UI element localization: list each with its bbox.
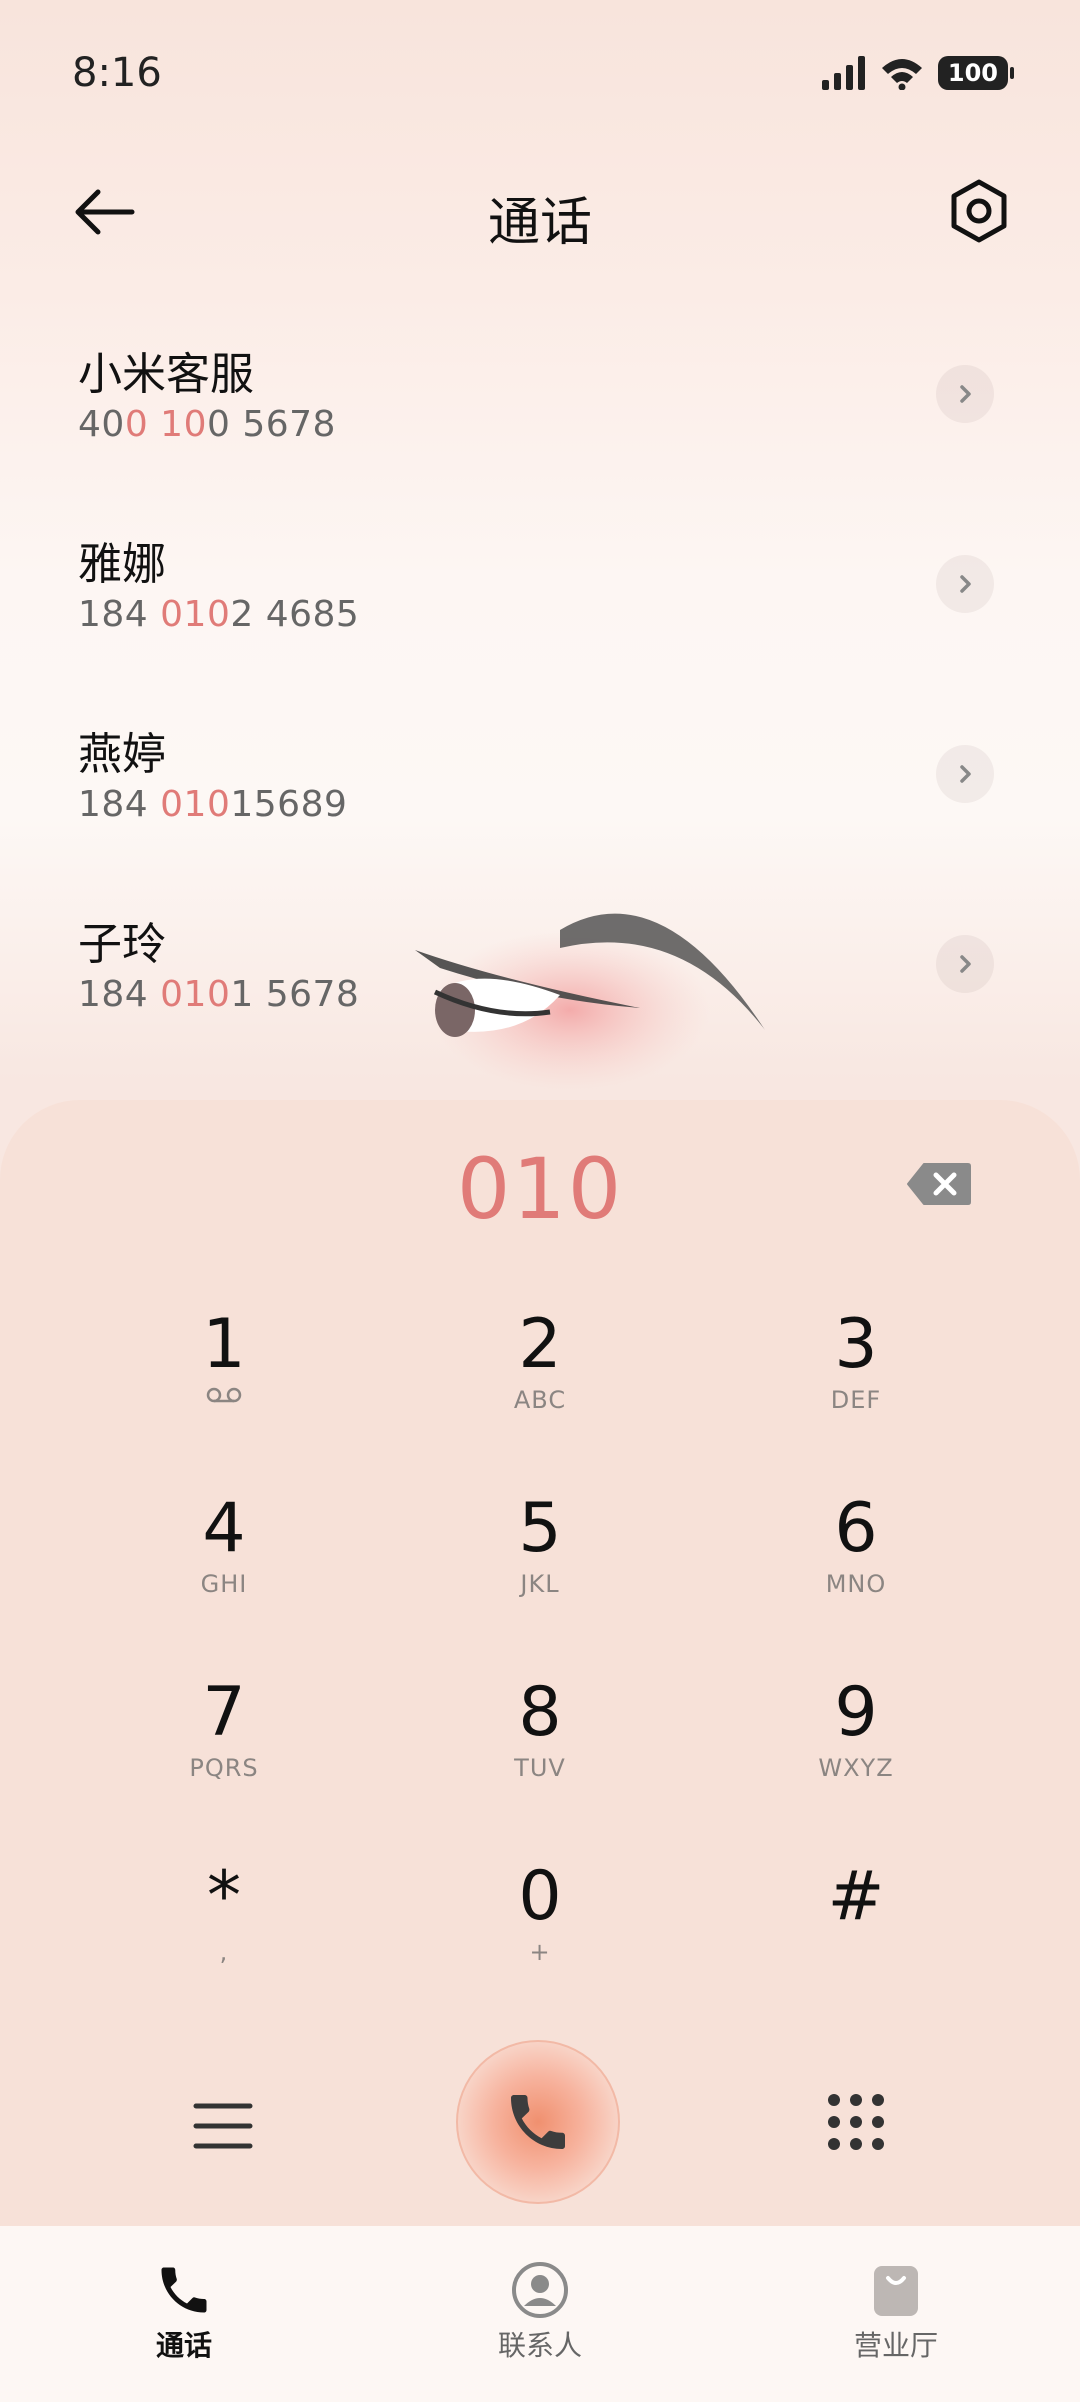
status-bar: 8:16 100: [0, 0, 1080, 150]
tab-label: 通话: [155, 2329, 212, 2362]
search-results: 小米客服 400 100 5678 雅娜 184 0102 4685 燕婷 18…: [0, 320, 1080, 1080]
phone-icon: [511, 2095, 565, 2149]
dialpad-grid-icon[interactable]: [826, 2092, 886, 2152]
phone-icon: [161, 2267, 207, 2313]
menu-icon[interactable]: [190, 2096, 256, 2156]
key-3[interactable]: 3 DEF: [756, 1305, 956, 1455]
key-1[interactable]: 1: [124, 1305, 324, 1455]
chevron-right-icon: [960, 385, 971, 403]
tab-calls[interactable]: 通话: [74, 2260, 294, 2364]
voicemail-icon: [124, 1385, 324, 1415]
status-icons: 100: [821, 56, 1015, 90]
key-5[interactable]: 5 JKL: [440, 1489, 640, 1639]
battery-level: 100: [947, 59, 998, 87]
tab-label: 联系人: [497, 2329, 582, 2362]
contact-number: 184 0101 5678: [78, 974, 360, 1015]
contact-name: 燕婷: [78, 729, 166, 780]
chevron-right-icon: [960, 955, 971, 973]
bottom-navigation: 通话 联系人 营业厅: [0, 2226, 1080, 2402]
list-item[interactable]: 小米客服 400 100 5678: [0, 320, 1080, 510]
backspace-icon[interactable]: [906, 1162, 972, 1206]
key-6[interactable]: 6 MNO: [756, 1489, 956, 1639]
tab-service-hall[interactable]: 营业厅: [786, 2260, 1006, 2364]
tab-label: 营业厅: [853, 2329, 938, 2362]
key-8[interactable]: 8 TUV: [440, 1673, 640, 1823]
detail-button[interactable]: [936, 745, 994, 803]
wifi-icon: [881, 59, 922, 90]
detail-button[interactable]: [936, 555, 994, 613]
battery-icon: 100: [937, 56, 1015, 90]
header: 通话: [0, 160, 1080, 260]
contact-name: 子玲: [78, 919, 166, 970]
key-2[interactable]: 2 ABC: [440, 1305, 640, 1455]
dial-controls: [0, 2040, 1080, 2210]
key-0[interactable]: 0 +: [440, 1857, 640, 2007]
list-item[interactable]: 雅娜 184 0102 4685: [0, 510, 1080, 700]
chevron-right-icon: [960, 765, 971, 783]
key-hash[interactable]: #: [756, 1857, 956, 2007]
person-icon: [512, 2262, 568, 2318]
list-item[interactable]: 子玲 184 0101 5678: [0, 890, 1080, 1080]
contact-number: 184 0102 4685: [78, 594, 360, 635]
key-7[interactable]: 7 PQRS: [124, 1673, 324, 1823]
status-time: 8:16: [72, 50, 162, 96]
signal-icon: [821, 56, 865, 90]
contact-number: 400 100 5678: [78, 404, 336, 445]
key-4[interactable]: 4 GHI: [124, 1489, 324, 1639]
contact-number: 184 01015689: [78, 784, 348, 825]
gear-icon: [951, 179, 1007, 243]
call-button[interactable]: [456, 2040, 620, 2204]
page-title: 通话: [487, 193, 592, 253]
chevron-right-icon: [960, 575, 971, 593]
dialer-screen: 8:16 100 通话 小米客服 400 100 5678 雅娜 184 010…: [0, 0, 1080, 2402]
contact-name: 雅娜: [78, 539, 166, 590]
dialpad-panel: 010 1 2 ABC 3 DEF 4 GHI 5 JKL 6 MNO 7 PQ…: [0, 1100, 1080, 2226]
key-star[interactable]: * ,: [124, 1857, 324, 2007]
settings-button[interactable]: [944, 176, 1014, 246]
list-item[interactable]: 燕婷 184 01015689: [0, 700, 1080, 890]
shopping-bag-icon: [874, 2266, 918, 2316]
detail-button[interactable]: [936, 935, 994, 993]
key-9[interactable]: 9 WXYZ: [756, 1673, 956, 1823]
contact-name: 小米客服: [78, 349, 254, 400]
detail-button[interactable]: [936, 365, 994, 423]
tab-contacts[interactable]: 联系人: [430, 2260, 650, 2364]
